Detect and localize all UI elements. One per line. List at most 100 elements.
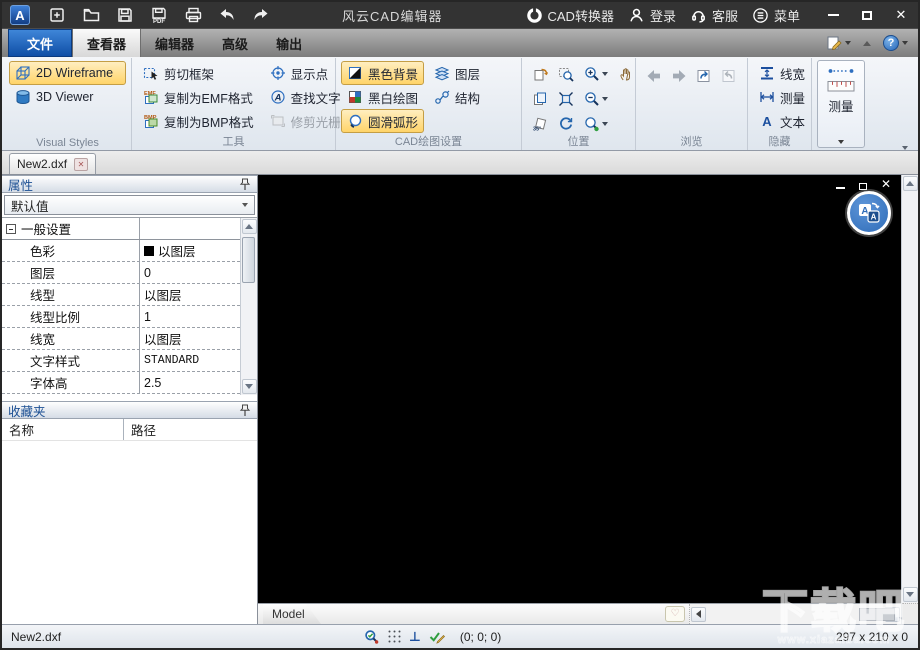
hide-linewidth-button[interactable]: 线宽	[753, 61, 806, 85]
canvas-minimize-icon[interactable]	[833, 178, 847, 190]
view-back-button[interactable]	[645, 65, 664, 87]
scrollbar-track[interactable]	[241, 235, 257, 378]
support-button[interactable]: 客服	[690, 6, 738, 25]
save-button[interactable]	[112, 5, 138, 25]
viewer-3d-button[interactable]: 3D Viewer	[9, 85, 126, 109]
horizontal-scrollbar[interactable]	[689, 604, 901, 624]
scroll-left-button[interactable]	[691, 606, 706, 622]
open-file-button[interactable]	[78, 5, 104, 25]
scroll-up-button[interactable]	[241, 219, 257, 234]
scroll-up-button[interactable]	[902, 176, 918, 191]
favorites-col-name[interactable]: 名称	[2, 419, 124, 440]
undo-button[interactable]	[214, 5, 240, 25]
smooth-arc-button[interactable]: 圆滑弧形	[341, 109, 425, 133]
property-value[interactable]: STANDARD	[140, 350, 240, 371]
show-points-button[interactable]: 显示点	[264, 61, 347, 85]
tab-viewer[interactable]: 查看器	[72, 29, 142, 57]
find-text-button[interactable]: A 查找文字	[264, 85, 347, 109]
draft-check-icon[interactable]	[428, 629, 445, 644]
copy-emf-button[interactable]: EMF 复制为EMF格式	[137, 85, 260, 109]
document-tab-close-icon[interactable]: ✕	[74, 157, 89, 171]
menu-button[interactable]: 菜单	[752, 6, 800, 25]
trim-raster-button[interactable]: 修剪光栅	[264, 109, 347, 133]
pin-icon[interactable]	[239, 178, 251, 191]
property-value[interactable]: 以图层	[140, 284, 240, 305]
canvas-close-icon[interactable]: ✕	[879, 178, 893, 190]
redo-button[interactable]	[248, 5, 274, 25]
canvas-restore-icon[interactable]	[856, 178, 870, 190]
wireframe-2d-button[interactable]: 2D Wireframe	[9, 61, 126, 85]
property-row-linetype: 线型 以图层	[2, 284, 240, 306]
new-file-button[interactable]	[44, 5, 70, 25]
hscrollbar-thumb[interactable]	[859, 607, 895, 621]
measure-tool-panel[interactable]: 测量	[817, 60, 865, 148]
ortho-mode-icon[interactable]: ⊥	[409, 629, 421, 645]
property-label: 色彩	[2, 240, 140, 261]
hscrollbar-track[interactable]	[707, 607, 895, 622]
grid-snap-icon[interactable]	[387, 629, 402, 644]
login-button[interactable]: 登录	[628, 6, 676, 25]
property-value[interactable]: 以图层	[140, 328, 240, 349]
find-text-icon: A	[270, 90, 285, 104]
vertical-scrollbar[interactable]	[901, 175, 918, 624]
favorites-list[interactable]	[2, 441, 257, 624]
help-button[interactable]: ?	[883, 35, 908, 51]
property-value[interactable]: 2.5	[140, 372, 240, 393]
object-snap-icon[interactable]	[364, 629, 380, 645]
favorites-col-path[interactable]: 路径	[124, 419, 257, 440]
translate-overlay-button[interactable]: A A	[847, 191, 891, 235]
scroll-down-button[interactable]	[902, 587, 918, 602]
next-view-button[interactable]	[719, 65, 738, 87]
structure-icon	[435, 90, 450, 104]
document-tab[interactable]: New2.dxf ✕	[9, 153, 97, 174]
copy-view-button[interactable]	[527, 86, 553, 111]
tab-editor[interactable]: 编辑器	[141, 29, 208, 57]
property-value[interactable]: 1	[140, 306, 240, 327]
fit-to-screen-button[interactable]	[553, 86, 579, 111]
collapse-group-icon[interactable]	[6, 223, 16, 234]
cad-converter-button[interactable]: CAD转换器	[526, 6, 614, 25]
maximize-button[interactable]	[858, 6, 876, 24]
save-as-pdf-button[interactable]: PDF	[146, 5, 172, 25]
scroll-down-button[interactable]	[241, 379, 257, 394]
black-background-button[interactable]: 黑色背景	[341, 61, 425, 85]
zoom-selected-icon	[585, 116, 599, 131]
model-tab[interactable]: Model	[263, 604, 321, 624]
back-arrow-icon	[647, 70, 661, 82]
document-tab-bar: New2.dxf ✕	[2, 146, 918, 175]
previous-view-button[interactable]	[695, 65, 714, 87]
property-grid-scrollbar[interactable]	[240, 218, 257, 395]
zoom-out-button[interactable]	[579, 86, 613, 111]
scrollbar-thumb[interactable]	[242, 237, 255, 283]
hide-measure-button[interactable]: 测量	[753, 85, 806, 109]
vscrollbar-track[interactable]	[902, 192, 918, 586]
tab-file[interactable]: 文件	[8, 29, 73, 57]
zoom-window-button[interactable]	[553, 61, 579, 86]
close-button[interactable]: ✕	[892, 6, 910, 24]
property-value[interactable]: 0	[140, 262, 240, 283]
rotate-view-button[interactable]	[527, 61, 553, 86]
hide-text-button[interactable]: A 文本	[753, 109, 806, 133]
collapse-ribbon-icon[interactable]	[863, 40, 871, 46]
tab-output[interactable]: 输出	[262, 29, 316, 57]
tab-scroll-button[interactable]: ♡	[665, 606, 685, 622]
layers-button[interactable]: 图层	[428, 61, 486, 85]
print-button[interactable]	[180, 5, 206, 25]
clip-frame-button[interactable]: 剪切框架	[137, 61, 260, 85]
property-label: 线型	[2, 284, 140, 305]
measure-panel-caret-icon[interactable]	[838, 140, 844, 144]
pin-icon[interactable]	[239, 404, 251, 417]
properties-preset-select[interactable]: 默认值	[4, 195, 255, 215]
app-logo-icon[interactable]: A	[10, 5, 30, 25]
zoom-in-button[interactable]	[579, 61, 613, 86]
drawing-canvas[interactable]: ✕ A A	[258, 175, 901, 603]
bw-drawing-button[interactable]: 黑白绘图	[341, 85, 424, 109]
rotate-angle-icon: 35°	[533, 117, 547, 132]
minimize-button[interactable]	[824, 6, 842, 24]
view-forward-button[interactable]	[670, 65, 689, 87]
tab-advanced[interactable]: 高级	[208, 29, 262, 57]
quick-edit-button[interactable]	[826, 35, 851, 51]
property-value[interactable]: 以图层	[140, 240, 240, 261]
copy-bmp-button[interactable]: BMP 复制为BMP格式	[137, 109, 260, 133]
structure-button[interactable]: 结构	[428, 85, 486, 109]
